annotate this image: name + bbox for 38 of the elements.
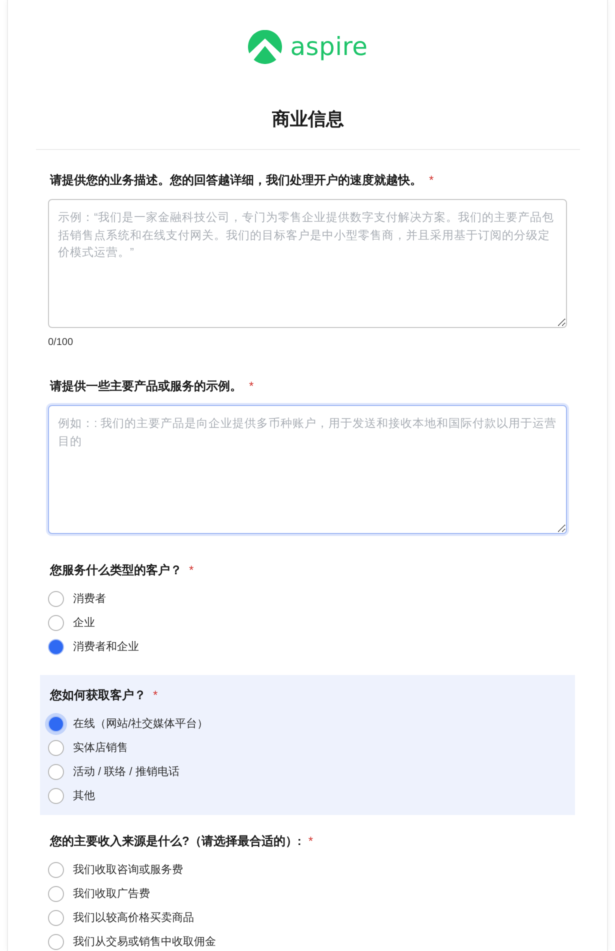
question-label: 请提供一些主要产品或服务的示例。 [50,379,242,393]
radio-button[interactable] [48,615,64,631]
radio-button[interactable] [48,716,64,732]
logo-text: aspire [290,31,368,63]
option-label: 活动 / 联络 / 推销电话 [73,765,180,779]
logo-icon [248,30,282,64]
option-label: 我们收取咨询或服务费 [73,863,183,877]
required-asterisk: * [429,173,434,187]
radio-button[interactable] [48,886,64,902]
radio-button[interactable] [48,639,64,655]
question-label: 您如何获取客户？ [50,688,146,702]
radio-button[interactable] [48,788,64,804]
option-label: 在线（网站/社交媒体平台） [73,717,208,731]
required-asterisk: * [153,688,158,702]
option-label: 我们收取广告费 [73,887,150,901]
text-area[interactable]: 示例：“我们是一家金融科技公司，专门为零售企业提供数字支付解决方案。我们的主要产品包括销售点系统和在线支付网关。我们的目标客户是中小型零售商，并且采用基于订阅的分级定价模式运营。” [48,199,567,328]
radio-button[interactable] [48,740,64,756]
option-label: 我们以较高价格买卖商品 [73,911,194,925]
option-label: 其他 [73,789,95,803]
radio-button[interactable] [48,910,64,926]
page-title: 商业信息 [271,108,345,131]
option-label: 我们从交易或销售中收取佣金 [73,935,216,949]
character-counter: 0/100 [48,336,74,350]
radio-button[interactable] [48,764,64,780]
question-label: 您服务什么类型的客户？ [50,563,182,577]
question-label: 请提供您的业务描述。您的回答越详细，我们处理开户的速度就越快。 [50,173,422,187]
option-label: 消费者 [73,592,106,606]
question-label: 您的主要收入来源是什么?（请选择最合适的）: [50,834,302,848]
required-asterisk: * [308,834,313,848]
radio-button[interactable] [48,862,64,878]
text-area[interactable]: 例如：: 我们的主要产品是向企业提供多币种账户，用于发送和接收本地和国际付款以用于运营目的 [48,405,567,534]
option-label: 企业 [73,616,95,630]
option-label: 实体店销售 [73,741,128,755]
required-asterisk: * [189,563,194,577]
option-label: 消费者和企业 [73,640,139,654]
radio-button[interactable] [48,934,64,950]
radio-button[interactable] [48,591,64,607]
required-asterisk: * [249,379,254,393]
